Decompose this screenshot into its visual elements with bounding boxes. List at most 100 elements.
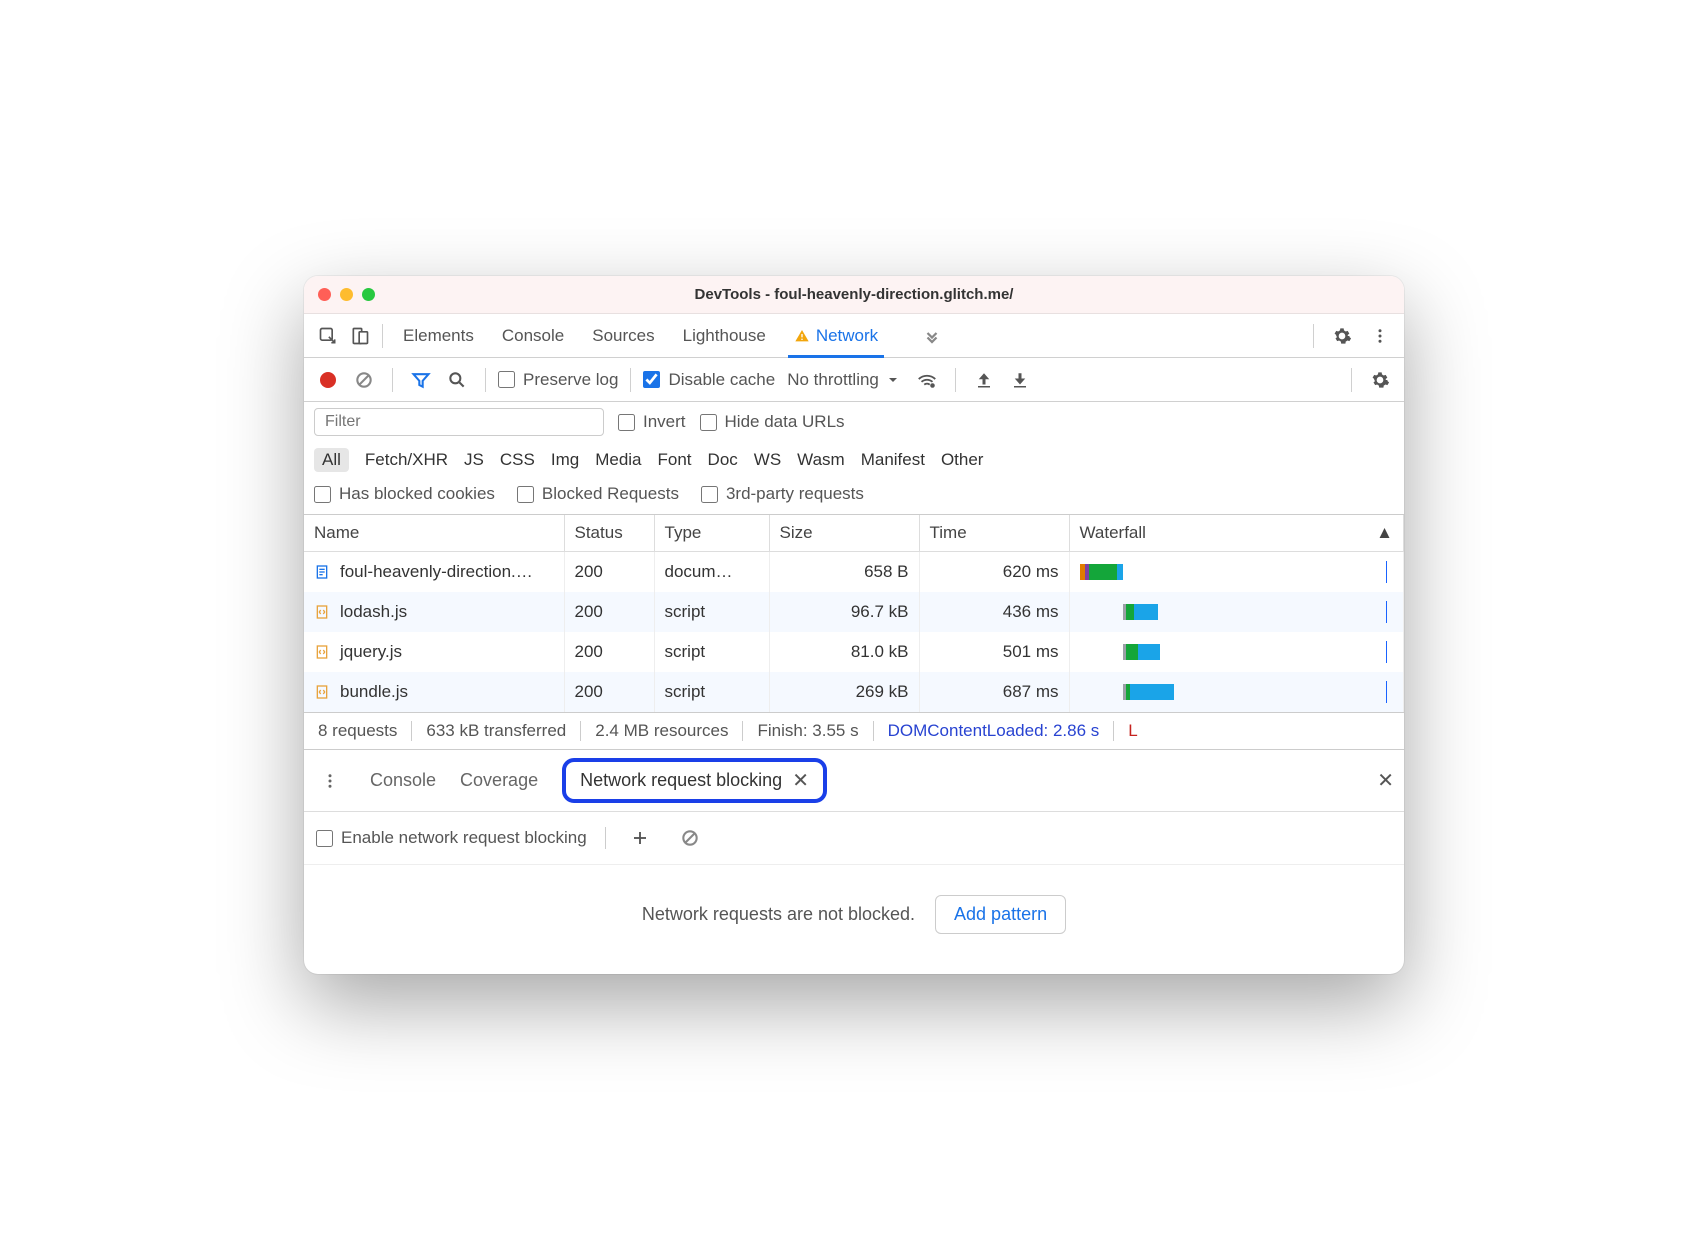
more-tabs-icon[interactable]	[916, 320, 948, 352]
table-row[interactable]: foul-heavenly-direction.…200docum…658 B6…	[304, 552, 1404, 593]
remove-all-patterns-icon[interactable]	[674, 822, 706, 854]
titlebar: DevTools - foul-heavenly-direction.glitc…	[304, 276, 1404, 314]
filter-all[interactable]: All	[314, 448, 349, 472]
network-table: Name Status Type Size Time Waterfall ▲ f…	[304, 515, 1404, 712]
request-name: jquery.js	[340, 642, 402, 662]
invert-checkbox[interactable]: Invert	[618, 412, 686, 432]
filter-ws[interactable]: WS	[754, 450, 781, 470]
request-name: foul-heavenly-direction.…	[340, 562, 533, 582]
network-settings-icon[interactable]	[1364, 364, 1396, 396]
close-drawer-icon[interactable]: ✕	[1377, 768, 1394, 793]
clear-icon[interactable]	[348, 364, 380, 396]
download-har-icon[interactable]	[1004, 364, 1036, 396]
third-party-checkbox[interactable]: 3rd-party requests	[701, 484, 864, 504]
tab-lighthouse[interactable]: Lighthouse	[683, 314, 766, 357]
main-tabs: Elements Console Sources Lighthouse Netw…	[304, 314, 1404, 358]
filter-fetch-xhr[interactable]: Fetch/XHR	[365, 450, 448, 470]
resource-type-filters: All Fetch/XHR JS CSS Img Media Font Doc …	[304, 442, 1404, 478]
filter-media[interactable]: Media	[595, 450, 641, 470]
col-size[interactable]: Size	[769, 515, 919, 552]
add-pattern-button[interactable]: Add pattern	[935, 895, 1066, 934]
blocked-requests-checkbox[interactable]: Blocked Requests	[517, 484, 679, 504]
has-blocked-cookies-checkbox[interactable]: Has blocked cookies	[314, 484, 495, 504]
filter-icon[interactable]	[405, 364, 437, 396]
filter-row: Invert Hide data URLs	[304, 402, 1404, 442]
inspect-element-icon[interactable]	[312, 320, 344, 352]
filter-doc[interactable]: Doc	[708, 450, 738, 470]
request-time: 620 ms	[919, 552, 1069, 593]
network-conditions-icon[interactable]	[911, 364, 943, 396]
summary-finish: Finish: 3.55 s	[743, 721, 873, 741]
request-name: lodash.js	[340, 602, 407, 622]
request-status: 200	[564, 632, 654, 672]
drawer-tab-network-request-blocking[interactable]: Network request blocking ✕	[562, 758, 827, 803]
drawer-tabs: Console Coverage Network request blockin…	[304, 750, 1404, 812]
filter-checkboxes: Has blocked cookies Blocked Requests 3rd…	[304, 478, 1404, 515]
filter-img[interactable]: Img	[551, 450, 579, 470]
request-size: 96.7 kB	[769, 592, 919, 632]
filter-font[interactable]: Font	[658, 450, 692, 470]
summary-dcl: DOMContentLoaded: 2.86 s	[874, 721, 1115, 741]
table-row[interactable]: lodash.js 200script96.7 kB436 ms	[304, 592, 1404, 632]
summary-transferred: 633 kB transferred	[412, 721, 581, 741]
add-pattern-icon[interactable]	[624, 822, 656, 854]
disable-cache-checkbox[interactable]: Disable cache	[643, 370, 775, 390]
network-toolbar: Preserve log Disable cache No throttling	[304, 358, 1404, 402]
kebab-menu-icon[interactable]	[1364, 320, 1396, 352]
request-type: docum…	[654, 552, 769, 593]
col-name[interactable]: Name	[304, 515, 564, 552]
request-waterfall	[1069, 552, 1404, 593]
filter-manifest[interactable]: Manifest	[861, 450, 925, 470]
blocking-message: Network requests are not blocked.	[642, 904, 915, 925]
window-title: DevTools - foul-heavenly-direction.glitc…	[304, 286, 1404, 303]
request-status: 200	[564, 552, 654, 593]
record-button[interactable]	[312, 364, 344, 396]
drawer-tab-coverage[interactable]: Coverage	[460, 770, 538, 791]
close-tab-icon[interactable]: ✕	[792, 768, 809, 793]
upload-har-icon[interactable]	[968, 364, 1000, 396]
hide-data-urls-checkbox[interactable]: Hide data URLs	[700, 412, 845, 432]
filter-input[interactable]	[314, 408, 604, 436]
tab-console[interactable]: Console	[502, 314, 564, 357]
col-type[interactable]: Type	[654, 515, 769, 552]
summary-load: L	[1114, 721, 1151, 741]
sort-asc-icon: ▲	[1376, 523, 1393, 543]
table-row[interactable]: jquery.js 200script81.0 kB501 ms	[304, 632, 1404, 672]
request-size: 81.0 kB	[769, 632, 919, 672]
request-type: script	[654, 592, 769, 632]
search-icon[interactable]	[441, 364, 473, 396]
table-row[interactable]: bundle.js200script269 kB687 ms	[304, 672, 1404, 712]
tab-sources[interactable]: Sources	[592, 314, 654, 357]
drawer-menu-icon[interactable]	[314, 765, 346, 797]
request-status: 200	[564, 592, 654, 632]
summary-resources: 2.4 MB resources	[581, 721, 743, 741]
filter-js[interactable]: JS	[464, 450, 484, 470]
request-waterfall	[1069, 672, 1404, 712]
filter-css[interactable]: CSS	[500, 450, 535, 470]
col-waterfall[interactable]: Waterfall ▲	[1069, 515, 1404, 552]
request-time: 687 ms	[919, 672, 1069, 712]
request-status: 200	[564, 672, 654, 712]
filter-other[interactable]: Other	[941, 450, 984, 470]
throttling-select[interactable]: No throttling	[779, 370, 907, 390]
enable-blocking-checkbox[interactable]: Enable network request blocking	[316, 828, 587, 848]
tab-network[interactable]: Network	[794, 314, 878, 357]
drawer-tab-console[interactable]: Console	[370, 770, 436, 791]
blocking-toolbar: Enable network request blocking	[304, 812, 1404, 865]
summary-requests: 8 requests	[318, 721, 412, 741]
network-summary: 8 requests 633 kB transferred 2.4 MB res…	[304, 712, 1404, 750]
tab-elements[interactable]: Elements	[403, 314, 474, 357]
request-size: 269 kB	[769, 672, 919, 712]
request-type: script	[654, 632, 769, 672]
request-time: 436 ms	[919, 592, 1069, 632]
device-toolbar-icon[interactable]	[344, 320, 376, 352]
preserve-log-checkbox[interactable]: Preserve log	[498, 370, 618, 390]
filter-wasm[interactable]: Wasm	[797, 450, 845, 470]
settings-icon[interactable]	[1326, 320, 1358, 352]
col-time[interactable]: Time	[919, 515, 1069, 552]
blocking-empty-state: Network requests are not blocked. Add pa…	[304, 865, 1404, 974]
col-status[interactable]: Status	[564, 515, 654, 552]
request-time: 501 ms	[919, 632, 1069, 672]
request-waterfall	[1069, 592, 1404, 632]
request-name: bundle.js	[340, 682, 408, 702]
